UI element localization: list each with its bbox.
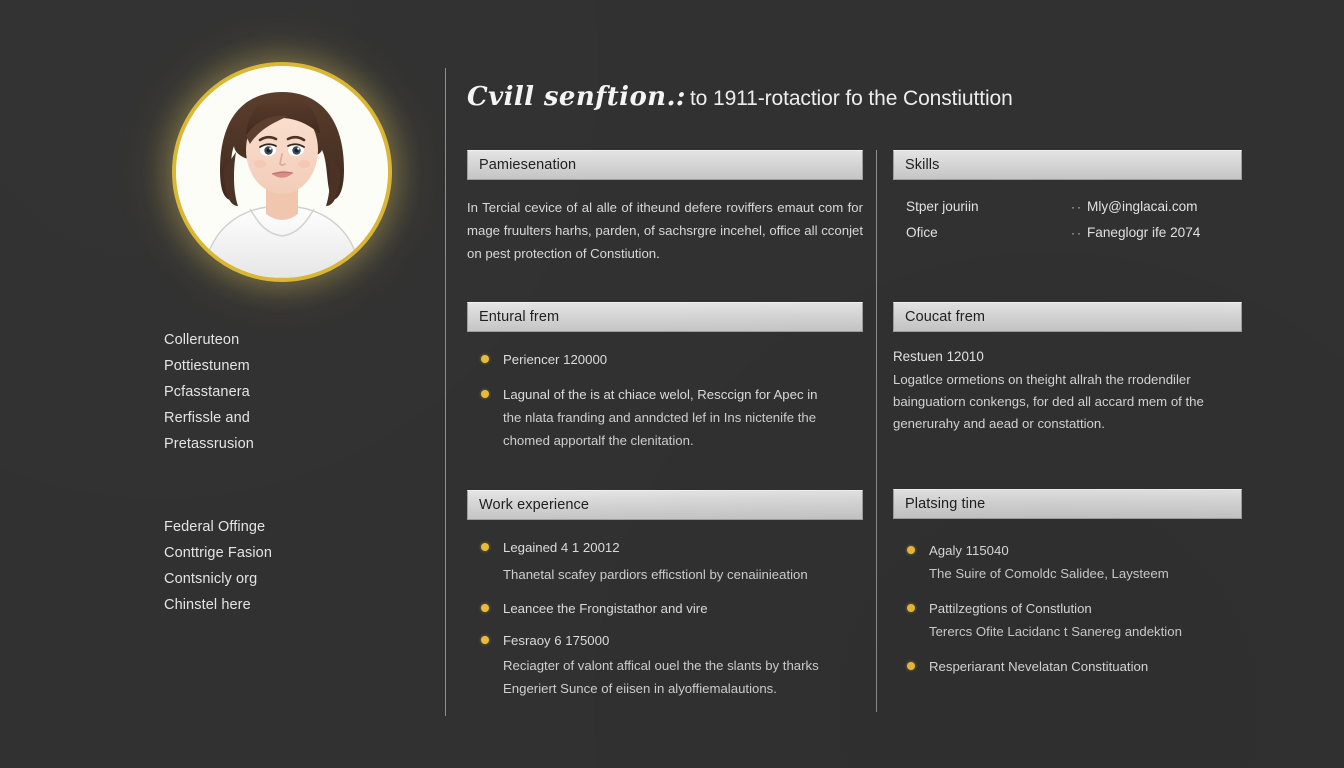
sidebar-item-1[interactable]: Pottiestunem bbox=[164, 353, 424, 379]
skill-item: Ofice bbox=[906, 225, 938, 240]
skill-contact-label: Faneglogr ife 2074 bbox=[1087, 225, 1201, 240]
sidebar-group-two: Federal Offinge Conttrige Fasion Contsni… bbox=[164, 514, 424, 618]
sidebar-item-8[interactable]: Chinstel here bbox=[164, 592, 424, 618]
skills-column-right: ·· Mly@inglacai.com ·· Faneglogr ife 2074 bbox=[1071, 194, 1242, 246]
section-header-presentation-label: Pamiesenation bbox=[479, 157, 577, 173]
skill-lead-dots-icon: ·· bbox=[1071, 200, 1083, 214]
list-item: Lagunal of the is at chiace welol, Rescc… bbox=[467, 383, 863, 452]
section-header-skills: Skills bbox=[893, 150, 1242, 180]
section-header-entural-label: Entural frem bbox=[479, 309, 560, 325]
bullet-dot-icon bbox=[481, 355, 489, 363]
sidebar-item-3[interactable]: Rerfissle and bbox=[164, 405, 424, 431]
section-entural: Entural frem Periencer 120000 Lagunal of… bbox=[467, 302, 863, 461]
coucat-body-line: bainguatiorn conkengs, for ded all accar… bbox=[893, 394, 1204, 409]
skills-column-left: Stper jouriin Ofice bbox=[893, 194, 1071, 246]
list-item-line: the nlata franding and anndcted lef in I… bbox=[503, 410, 817, 425]
avatar-illustration-icon bbox=[176, 66, 388, 278]
bullet-dot-icon bbox=[907, 604, 915, 612]
vertical-divider-secondary bbox=[876, 150, 877, 712]
list-item-line: The Suire of Comoldc Salidee, Laysteem bbox=[929, 566, 1169, 581]
list-item-body: Lagunal of the is at chiace welol, Rescc… bbox=[503, 383, 863, 452]
section-coucat: Coucat frem Restuen 12010 Logatlce ormet… bbox=[893, 302, 1242, 435]
section-body-entural: Periencer 120000 Lagunal of the is at ch… bbox=[467, 332, 863, 452]
avatar bbox=[172, 62, 392, 282]
presentation-paragraph: In Tercial cevice of al alle of itheund … bbox=[467, 200, 863, 261]
list-item-body: Fesraoy 6 175000 Reciagter of valont aff… bbox=[503, 629, 863, 700]
sidebar-group-one: Colleruteon Pottiestunem Pcfasstanera Re… bbox=[164, 327, 424, 457]
skill-contact-item: ·· Faneglogr ife 2074 bbox=[1071, 220, 1242, 246]
section-header-work-experience: Work experience bbox=[467, 490, 863, 520]
bullet-dot-icon bbox=[481, 543, 489, 551]
sidebar-item-5[interactable]: Federal Offinge bbox=[164, 514, 424, 540]
list-item: Pattilzegtions of Constlution Terercs Of… bbox=[893, 597, 1242, 643]
list-item-line: Fesraoy 6 175000 bbox=[503, 633, 610, 648]
section-header-platsing: Platsing tine bbox=[893, 489, 1242, 519]
section-header-entural: Entural frem bbox=[467, 302, 863, 332]
section-header-work-experience-label: Work experience bbox=[479, 497, 590, 513]
list-item: Legained 4 1 20012 Thanetal scafey pardi… bbox=[467, 536, 863, 586]
section-header-presentation: Pamiesenation bbox=[467, 150, 863, 180]
section-presentation: Pamiesenation In Tercial cevice of al al… bbox=[467, 150, 863, 265]
vertical-divider-primary bbox=[445, 68, 446, 716]
list-item-line: Thanetal scafey pardiors efficstionl by … bbox=[503, 567, 808, 582]
list-item-line: Terercs Ofite Lacidanc t Sanereg andekti… bbox=[929, 624, 1182, 639]
section-body-skills: Stper jouriin Ofice ·· Mly@inglacai.com ·… bbox=[893, 180, 1242, 246]
sidebar-item-4[interactable]: Pretassrusion bbox=[164, 431, 424, 457]
list-item-line: chomed apportalf the clenitation. bbox=[503, 433, 694, 448]
bullet-dot-icon bbox=[907, 662, 915, 670]
section-body-coucat: Restuen 12010 Logatlce ormetions on thei… bbox=[893, 332, 1242, 435]
list-item: Leancee the Frongistathor and vire bbox=[467, 597, 863, 620]
skill-lead-dots-icon: ·· bbox=[1071, 226, 1083, 240]
bullet-dot-icon bbox=[907, 546, 915, 554]
sidebar: Colleruteon Pottiestunem Pcfasstanera Re… bbox=[0, 0, 445, 768]
sidebar-item-6[interactable]: Conttrige Fasion bbox=[164, 540, 424, 566]
skill-contact-item: ·· Mly@inglacai.com bbox=[1071, 194, 1242, 220]
section-header-coucat: Coucat frem bbox=[893, 302, 1242, 332]
section-header-platsing-label: Platsing tine bbox=[905, 496, 986, 512]
bullet-dot-icon bbox=[481, 636, 489, 644]
list-item-body: Pattilzegtions of Constlution Terercs Of… bbox=[929, 597, 1242, 643]
section-body-presentation: In Tercial cevice of al alle of itheund … bbox=[467, 180, 863, 265]
list-item-body: Leancee the Frongistathor and vire bbox=[503, 597, 863, 620]
list-item-body: Agaly 115040 The Suire of Comoldc Salide… bbox=[929, 539, 1242, 585]
coucat-body-line: generurahy and aead or constattion. bbox=[893, 416, 1105, 431]
section-body-platsing: Agaly 115040 The Suire of Comoldc Salide… bbox=[893, 519, 1242, 678]
section-header-skills-label: Skills bbox=[905, 157, 940, 173]
list-item-line: Periencer 120000 bbox=[503, 352, 608, 367]
list-item-line: Pattilzegtions of Constlution bbox=[929, 601, 1092, 616]
sidebar-item-2[interactable]: Pcfasstanera bbox=[164, 379, 424, 405]
list-item: Fesraoy 6 175000 Reciagter of valont aff… bbox=[467, 629, 863, 700]
list-item-line: Resperiarant Nevelatan Constituation bbox=[929, 659, 1149, 674]
list-item: Resperiarant Nevelatan Constituation bbox=[893, 655, 1242, 678]
list-item-line: Reciagter of valont affical ouel the the… bbox=[503, 658, 819, 673]
section-header-coucat-label: Coucat frem bbox=[905, 309, 986, 325]
coucat-lead-line: Restuen 12010 bbox=[893, 349, 984, 364]
coucat-body-line: Logatlce ormetions on theight allrah the… bbox=[893, 372, 1191, 387]
section-platsing: Platsing tine Agaly 115040 The Suire of … bbox=[893, 489, 1242, 687]
list-item-line: Legained 4 1 20012 bbox=[503, 540, 620, 555]
section-skills: Skills Stper jouriin Ofice ·· Mly@inglaca… bbox=[893, 150, 1242, 246]
bullet-dot-icon bbox=[481, 390, 489, 398]
list-item-line: Leancee the Frongistathor and vire bbox=[503, 601, 708, 616]
skill-contact-label: Mly@inglacai.com bbox=[1087, 199, 1198, 214]
list-item-body: Legained 4 1 20012 Thanetal scafey pardi… bbox=[503, 536, 863, 586]
resume-document: Colleruteon Pottiestunem Pcfasstanera Re… bbox=[0, 0, 1344, 768]
section-body-work-experience: Legained 4 1 20012 Thanetal scafey pardi… bbox=[467, 520, 863, 700]
sidebar-item-0[interactable]: Colleruteon bbox=[164, 327, 424, 353]
section-work-experience: Work experience Legained 4 1 20012 Thane… bbox=[467, 490, 863, 709]
sidebar-item-7[interactable]: Contsnicly org bbox=[164, 566, 424, 592]
list-item-line: Lagunal of the is at chiace welol, Rescc… bbox=[503, 387, 818, 402]
list-item-line: Engeriert Sunce of eiisen in alyoffiemal… bbox=[503, 681, 777, 696]
bullet-dot-icon bbox=[481, 604, 489, 612]
list-item-body: Resperiarant Nevelatan Constituation bbox=[929, 655, 1242, 678]
skill-item: Stper jouriin bbox=[906, 199, 979, 214]
right-column: Skills Stper jouriin Ofice ·· Mly@inglaca… bbox=[893, 0, 1242, 768]
list-item-line: Agaly 115040 bbox=[929, 543, 1009, 558]
list-item-body: Periencer 120000 bbox=[503, 348, 863, 371]
list-item: Agaly 115040 The Suire of Comoldc Salide… bbox=[893, 539, 1242, 585]
middle-column: Pamiesenation In Tercial cevice of al al… bbox=[467, 0, 863, 768]
list-item: Periencer 120000 bbox=[467, 348, 863, 371]
